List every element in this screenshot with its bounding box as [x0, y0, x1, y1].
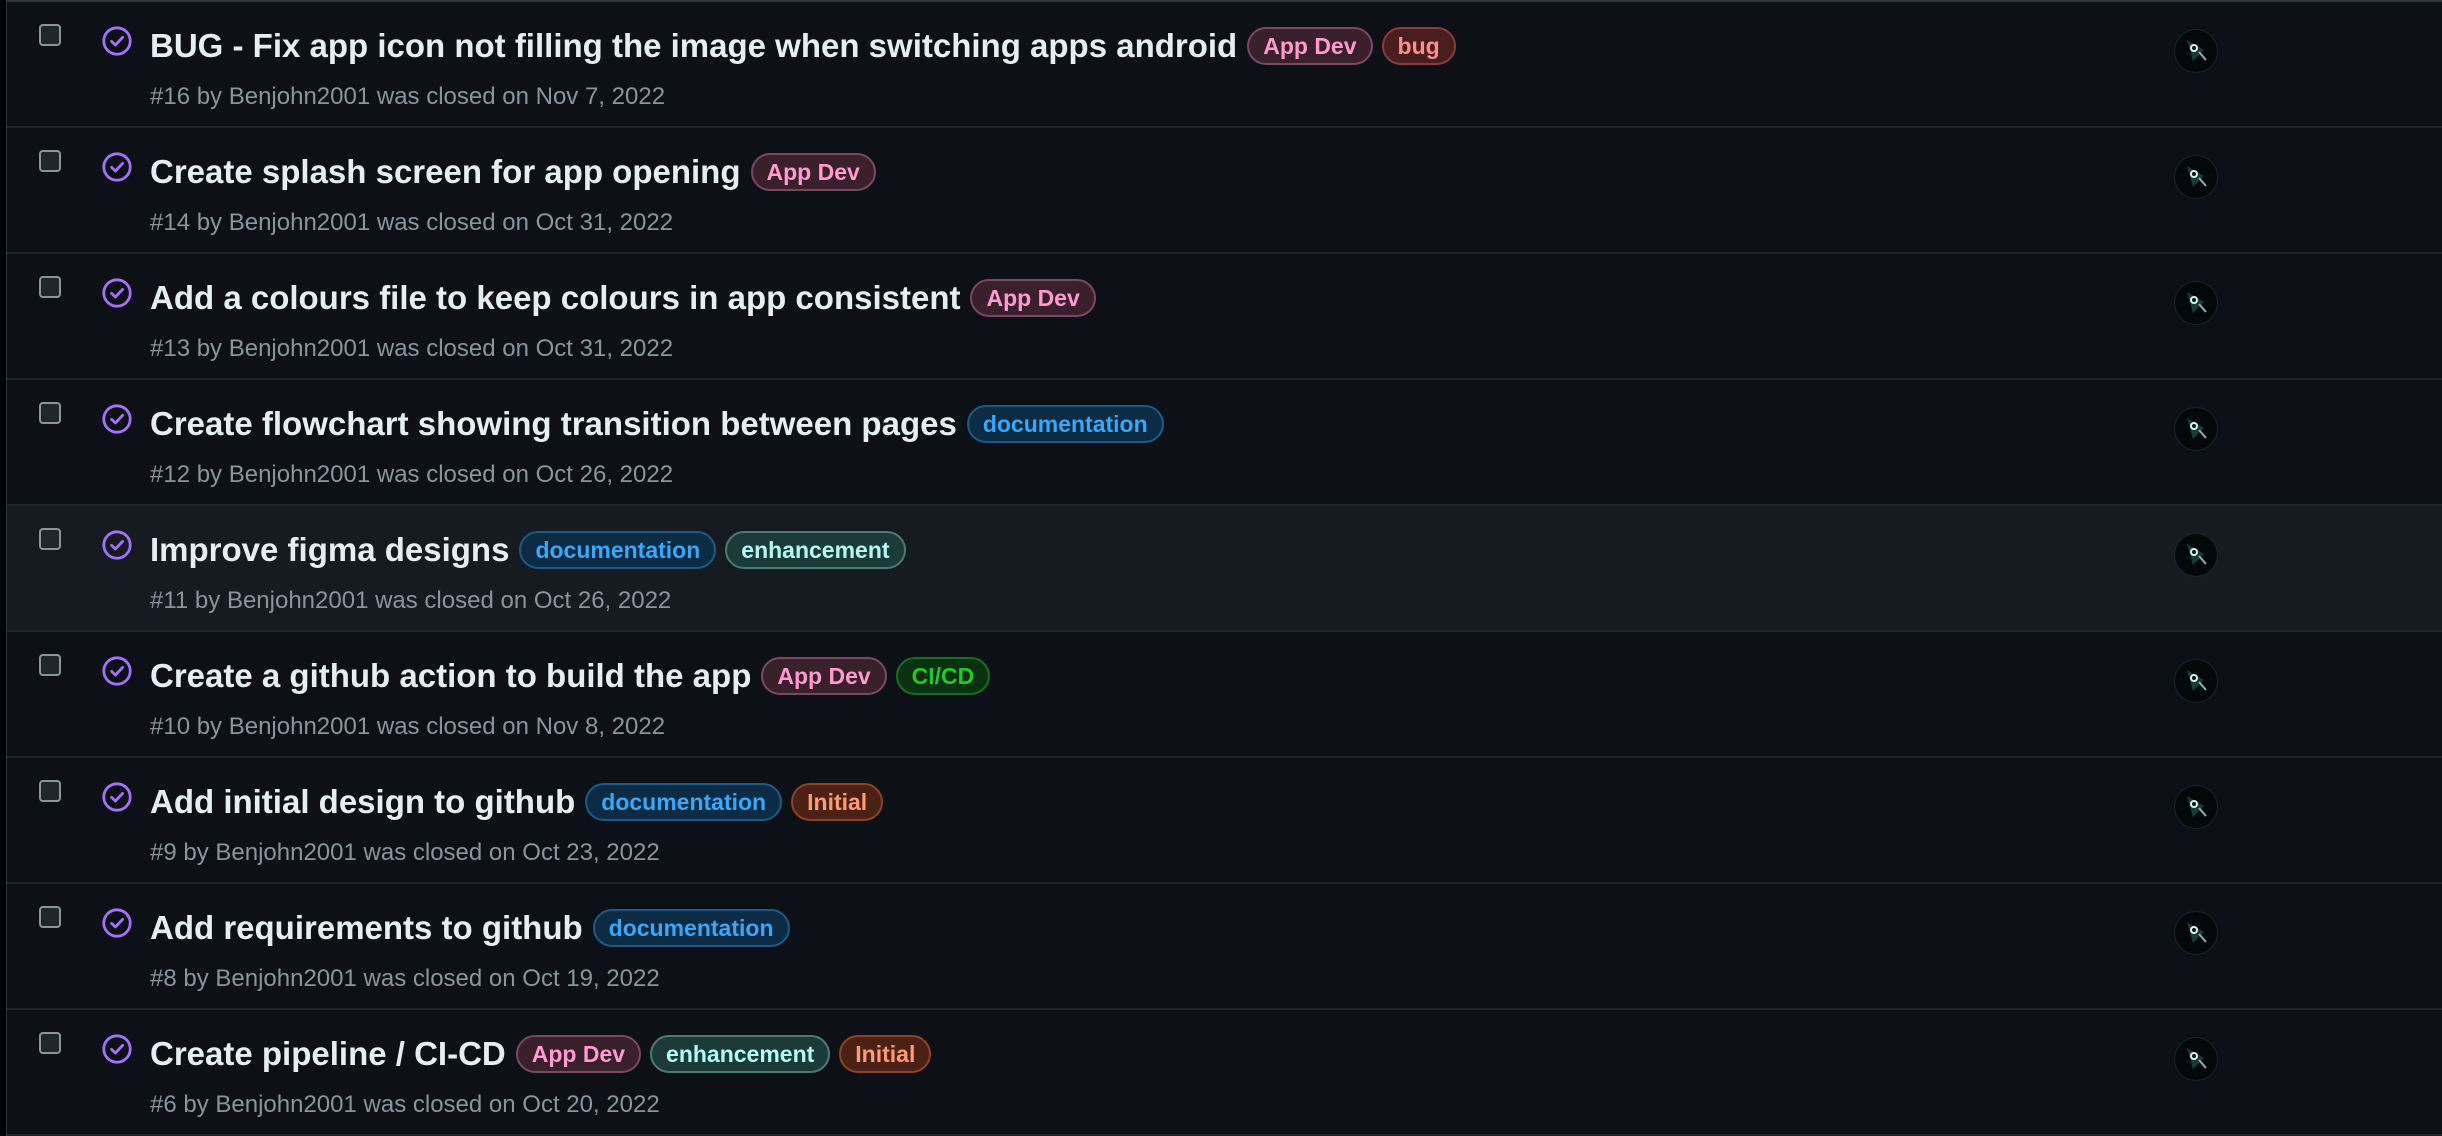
select-issue-checkbox[interactable]	[39, 276, 61, 298]
issue-meta: #8 by Benjohn2001 was closed on Oct 19, …	[150, 965, 660, 992]
issue-meta: #13 by Benjohn2001 was closed on Oct 31,…	[150, 335, 674, 362]
issue-title-line: Create a github action to build the app …	[150, 654, 999, 698]
issue-title-link[interactable]: BUG - Fix app icon not filling the image…	[150, 24, 1237, 68]
assignee-avatar[interactable]	[2174, 785, 2218, 829]
select-issue-checkbox[interactable]	[39, 906, 61, 928]
label-app-dev[interactable]: App Dev	[515, 1035, 642, 1073]
issue-meta: #10 by Benjohn2001 was closed on Nov 8, …	[150, 713, 666, 740]
label-app-dev[interactable]: App Dev	[1247, 27, 1373, 65]
label-app-dev[interactable]: App Dev	[761, 657, 887, 695]
label-documentation[interactable]: documentation	[592, 909, 790, 947]
issue-title-line: Create flowchart showing transition betw…	[150, 402, 1173, 446]
issue-title-line: Add initial design to github documentati…	[150, 780, 892, 824]
issue-row: Create pipeline / CI-CD App Dev enhanceme…	[7, 1010, 2442, 1136]
closed-completed-icon	[102, 404, 132, 434]
issue-title-link[interactable]: Create pipeline / CI-CD	[150, 1032, 506, 1076]
issue-meta: #9 by Benjohn2001 was closed on Oct 23, …	[150, 839, 660, 866]
label-documentation[interactable]: documentation	[966, 405, 1164, 443]
issue-row: Create splash screen for app opening App…	[7, 128, 2442, 254]
assignee-avatar[interactable]	[2174, 1037, 2218, 1081]
assignee-avatar[interactable]	[2174, 911, 2218, 955]
assignee-avatar[interactable]	[2174, 407, 2218, 451]
closed-completed-icon	[102, 1034, 132, 1064]
issue-title-line: Add requirements to github documentation	[150, 906, 799, 950]
label-app-dev[interactable]: App Dev	[750, 153, 876, 191]
label-enhancement[interactable]: enhancement	[725, 531, 906, 569]
issue-meta: #6 by Benjohn2001 was closed on Oct 20, …	[150, 1091, 660, 1118]
label-initial[interactable]: Initial	[791, 783, 884, 821]
closed-completed-icon	[102, 278, 132, 308]
issue-list: BUG - Fix app icon not filling the image…	[6, 0, 2442, 1136]
assignee-avatar[interactable]	[2174, 659, 2218, 703]
assignee-avatar[interactable]	[2174, 281, 2218, 325]
issue-labels: documentation enhancement	[519, 531, 914, 569]
issue-title-line: Create pipeline / CI-CD App Dev enhanceme…	[150, 1032, 940, 1076]
issue-labels: documentation	[966, 405, 1173, 443]
issue-row: Add initial design to github documentati…	[7, 758, 2442, 884]
issue-title-link[interactable]: Create flowchart showing transition betw…	[150, 402, 957, 446]
assignee-avatar[interactable]	[2174, 155, 2218, 199]
label-documentation[interactable]: documentation	[585, 783, 783, 821]
closed-completed-icon	[102, 152, 132, 182]
issue-title-link[interactable]: Add requirements to github	[150, 906, 583, 950]
issue-title-link[interactable]: Add a colours file to keep colours in ap…	[150, 276, 960, 320]
issue-meta: #11 by Benjohn2001 was closed on Oct 26,…	[150, 587, 672, 614]
label-ci-cd[interactable]: CI/CD	[895, 657, 991, 695]
issue-row: BUG - Fix app icon not filling the image…	[7, 2, 2442, 128]
issue-title-line: Add a colours file to keep colours in ap…	[150, 276, 1105, 320]
assignee-avatar[interactable]	[2174, 29, 2218, 73]
issue-labels: App Dev enhancement Initial	[515, 1035, 941, 1073]
issue-labels: documentation	[592, 909, 799, 947]
assignee-avatar[interactable]	[2174, 533, 2218, 577]
issue-labels: App Dev bug	[1247, 27, 1464, 65]
closed-completed-icon	[102, 782, 132, 812]
issue-meta: #12 by Benjohn2001 was closed on Oct 26,…	[150, 461, 674, 488]
closed-completed-icon	[102, 656, 132, 686]
select-issue-checkbox[interactable]	[39, 654, 61, 676]
label-bug[interactable]: bug	[1381, 27, 1456, 65]
issue-meta: #14 by Benjohn2001 was closed on Oct 31,…	[150, 209, 674, 236]
issue-row: Improve figma designs documentation enhan…	[7, 506, 2442, 632]
issue-title-link[interactable]: Improve figma designs	[150, 528, 509, 572]
select-issue-checkbox[interactable]	[39, 402, 61, 424]
issue-title-line: Improve figma designs documentation enhan…	[150, 528, 915, 572]
select-issue-checkbox[interactable]	[39, 150, 61, 172]
select-issue-checkbox[interactable]	[39, 528, 61, 550]
select-issue-checkbox[interactable]	[39, 24, 61, 46]
select-issue-checkbox[interactable]	[39, 1032, 61, 1054]
label-initial[interactable]: Initial	[839, 1035, 932, 1073]
issue-row: Add a colours file to keep colours in ap…	[7, 254, 2442, 380]
issue-title-link[interactable]: Create a github action to build the app	[150, 654, 751, 698]
issue-labels: App Dev	[750, 153, 885, 191]
issue-row: Create a github action to build the app …	[7, 632, 2442, 758]
label-app-dev[interactable]: App Dev	[970, 279, 1096, 317]
issue-labels: App Dev	[970, 279, 1104, 317]
issue-labels: documentation Initial	[585, 783, 892, 821]
issue-labels: App Dev CI/CD	[761, 657, 999, 695]
select-issue-checkbox[interactable]	[39, 780, 61, 802]
issue-title-line: BUG - Fix app icon not filling the image…	[150, 24, 1465, 68]
issue-meta: #16 by Benjohn2001 was closed on Nov 7, …	[150, 83, 666, 110]
label-enhancement[interactable]: enhancement	[650, 1035, 831, 1073]
closed-completed-icon	[102, 530, 132, 560]
issue-title-link[interactable]: Add initial design to github	[150, 780, 575, 824]
issue-row: Add requirements to github documentation…	[7, 884, 2442, 1010]
label-documentation[interactable]: documentation	[519, 531, 717, 569]
closed-completed-icon	[102, 908, 132, 938]
issue-row: Create flowchart showing transition betw…	[7, 380, 2442, 506]
closed-completed-icon	[102, 26, 132, 56]
issue-title-link[interactable]: Create splash screen for app opening	[150, 150, 741, 194]
issue-title-line: Create splash screen for app opening App…	[150, 150, 885, 194]
